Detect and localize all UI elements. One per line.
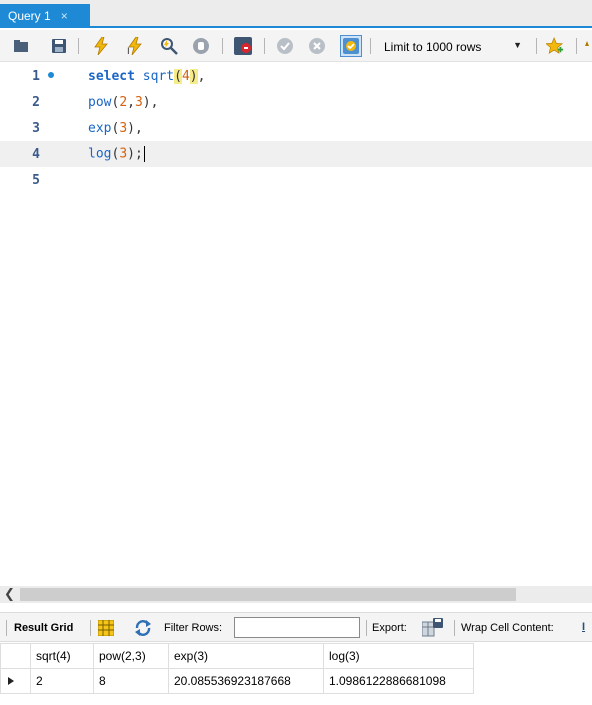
- number-literal: 3: [119, 120, 128, 136]
- function-name: log: [88, 146, 112, 162]
- table-cell[interactable]: 20.085536923187668: [168, 668, 324, 694]
- row-limit-value: Limit to 1000 rows: [384, 39, 482, 54]
- horizontal-scrollbar[interactable]: ❮: [0, 586, 592, 603]
- code-line: 1 select sqrt(4),: [0, 63, 592, 89]
- keyword: select: [88, 68, 135, 84]
- toolbar-separator: [78, 38, 79, 54]
- function-name: pow: [88, 94, 112, 110]
- column-header[interactable]: log(3): [323, 643, 474, 669]
- result-grid: sqrt(4) pow(2,3) exp(3) log(3) 2 8 20.08…: [0, 643, 592, 694]
- toolbar-separator: [264, 38, 265, 54]
- row-selector[interactable]: [0, 668, 31, 694]
- text-cursor: [143, 146, 145, 162]
- table-cell[interactable]: 2: [30, 668, 94, 694]
- svg-text:I: I: [127, 47, 130, 55]
- line-number: 1: [32, 68, 40, 84]
- result-table: sqrt(4) pow(2,3) exp(3) log(3) 2 8 20.08…: [0, 643, 474, 694]
- column-header[interactable]: exp(3): [168, 643, 324, 669]
- export-icon[interactable]: [421, 618, 444, 641]
- number-literal: 2: [119, 94, 128, 110]
- rollback-icon[interactable]: [308, 37, 326, 55]
- commit-icon[interactable]: [276, 37, 294, 55]
- function-name: exp: [88, 120, 112, 136]
- result-toolbar: Result Grid Filter Rows: Export: Wrap Ce…: [0, 612, 592, 642]
- current-row-arrow-icon: [8, 677, 14, 685]
- stop-icon[interactable]: [192, 37, 210, 55]
- tab-strip: Query 1 ×: [0, 0, 592, 28]
- toolbar-separator: [576, 38, 577, 54]
- toolbar-separator: [370, 38, 371, 54]
- toolbar-separator: [366, 620, 367, 636]
- function-name: sqrt: [142, 68, 175, 84]
- sql-editor-toolbar: I Limit to 1000 rows ▼: [0, 30, 592, 62]
- execute-current-icon[interactable]: I: [126, 37, 144, 55]
- line-number: 4: [32, 146, 40, 162]
- statement-marker-icon: [48, 72, 54, 78]
- table-cell[interactable]: 8: [93, 668, 169, 694]
- close-icon[interactable]: ×: [61, 9, 68, 23]
- refresh-icon[interactable]: [134, 619, 152, 640]
- bookmark-icon[interactable]: [546, 37, 564, 55]
- punctuation: ,: [127, 94, 135, 110]
- code-text: pow(2,3),: [88, 95, 158, 110]
- code-line: 3 exp(3),: [0, 115, 592, 141]
- grid-layout-icon[interactable]: [97, 619, 115, 639]
- punctuation: ),: [142, 94, 159, 110]
- toolbar-separator: [222, 38, 223, 54]
- number-literal: 3: [119, 146, 128, 162]
- result-grid-button[interactable]: Result Grid: [14, 622, 73, 634]
- line-number: 3: [32, 120, 40, 136]
- open-folder-icon[interactable]: [12, 37, 30, 55]
- toolbar-separator: [454, 620, 455, 636]
- bracket-open: (: [174, 68, 182, 84]
- overflow-icon[interactable]: [582, 37, 592, 55]
- punctuation: );: [127, 146, 143, 162]
- filter-rows-input[interactable]: [234, 617, 360, 638]
- toolbar-separator: [536, 38, 537, 54]
- row-limit-select[interactable]: Limit to 1000 rows ▼: [378, 36, 528, 57]
- code-text: select sqrt(4),: [88, 68, 206, 84]
- tab-title: Query 1: [8, 9, 51, 23]
- punctuation: ,: [197, 68, 206, 84]
- toolbar-separator: [6, 620, 7, 636]
- chevron-left-icon[interactable]: ❮: [4, 586, 15, 602]
- table-row[interactable]: 2 8 20.085536923187668 1.098612288668109…: [0, 668, 474, 694]
- row-selector-header[interactable]: [0, 643, 31, 669]
- export-label: Export:: [372, 622, 407, 634]
- table-header-row: sqrt(4) pow(2,3) exp(3) log(3): [0, 643, 474, 669]
- chevron-down-icon: ▼: [513, 40, 522, 50]
- explain-icon[interactable]: [160, 37, 178, 55]
- column-header[interactable]: pow(2,3): [93, 643, 169, 669]
- toolbar-separator: [90, 620, 91, 636]
- number-literal: 3: [134, 94, 143, 110]
- table-cell[interactable]: 1.0986122886681098: [323, 668, 474, 694]
- tab-query-1[interactable]: Query 1 ×: [0, 4, 90, 28]
- sql-editor[interactable]: 1 select sqrt(4), 2 pow(2,3), 3 exp(3), …: [0, 63, 592, 585]
- line-number: 5: [32, 172, 40, 188]
- code-text: exp(3),: [88, 121, 143, 136]
- code-line: 5: [0, 167, 592, 193]
- scrollbar-thumb[interactable]: [20, 588, 516, 601]
- execute-icon[interactable]: [92, 37, 110, 55]
- column-header[interactable]: sqrt(4): [30, 643, 94, 669]
- line-number: 2: [32, 94, 40, 110]
- bracket-close: ): [189, 68, 198, 84]
- code-line-current: 4 log(3);: [0, 141, 592, 167]
- autocommit-icon[interactable]: [340, 35, 362, 57]
- wrap-cell-content-label: Wrap Cell Content:: [461, 622, 554, 634]
- code-line: 2 pow(2,3),: [0, 89, 592, 115]
- filter-rows-label: Filter Rows:: [164, 622, 223, 634]
- toggle-error-icon[interactable]: [234, 37, 252, 55]
- punctuation: ),: [127, 120, 143, 136]
- wrap-text-icon[interactable]: I: [582, 621, 585, 633]
- code-text: log(3);: [88, 146, 145, 162]
- number-literal: 4: [181, 68, 190, 84]
- save-icon[interactable]: [50, 37, 68, 55]
